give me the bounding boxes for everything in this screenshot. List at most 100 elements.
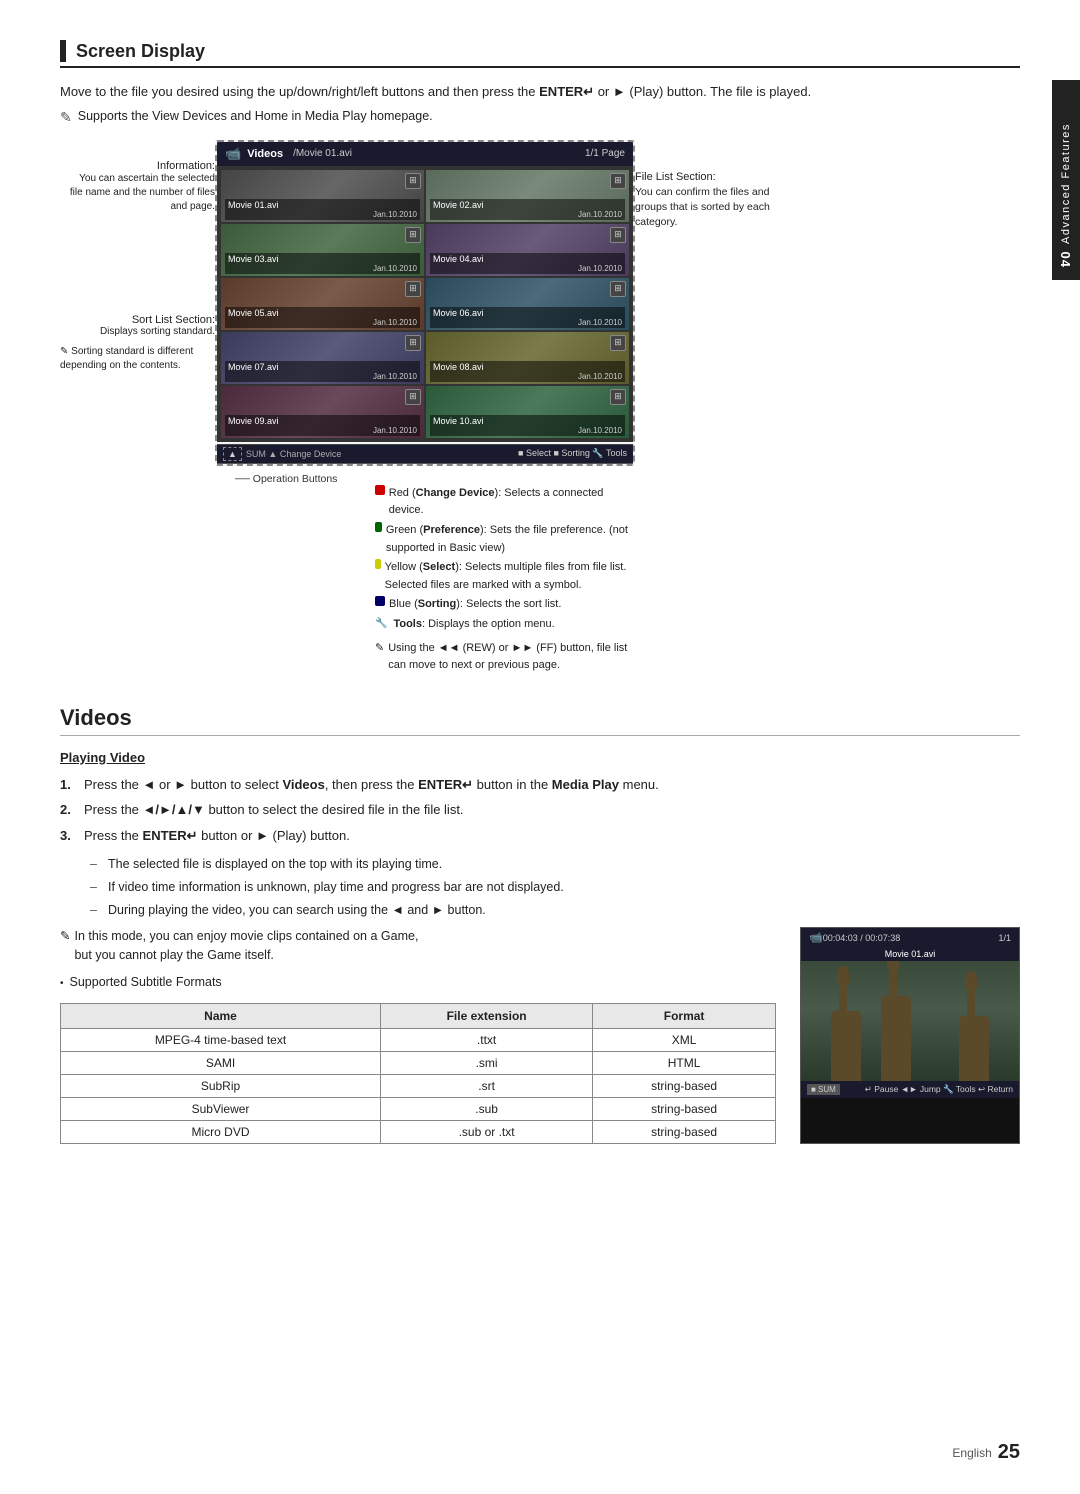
section-bar: [60, 40, 66, 62]
th-format: Format: [593, 1003, 776, 1028]
tv-header-title: Videos: [247, 148, 283, 160]
vs-icon: 📹: [809, 931, 823, 944]
sort-sub: Displays sorting standard.: [60, 326, 215, 337]
tv-header-page: 1/1 Page: [585, 148, 625, 159]
tv-header-icon: 📹: [225, 146, 241, 162]
subtitle-label: Supported Subtitle Formats: [70, 975, 222, 989]
bullet-1: – The selected file is displayed on the …: [90, 855, 1020, 874]
thumb-info-6: Movie 06.avi Jan.10.2010: [430, 307, 625, 328]
page-number: 25: [998, 1441, 1020, 1464]
td-ext-1: .ttxt: [381, 1028, 593, 1051]
yellow-btn-icon: [375, 559, 381, 569]
tv-sort-bar: ▲ SUM ▲ Change Device ■ Select ■ Sorting…: [217, 444, 633, 464]
bullet-dot: •: [60, 978, 64, 989]
td-fmt-2: HTML: [593, 1051, 776, 1074]
th-extension: File extension: [381, 1003, 593, 1028]
vs-giraffe-scene: [801, 961, 1019, 1081]
page-wrapper: Screen Display Move to the file you desi…: [0, 0, 1080, 1494]
bullet-2: – If video time information is unknown, …: [90, 878, 1020, 897]
step-1: 1. Press the ◄ or ► button to select Vid…: [60, 775, 1020, 795]
thumb-icon-6: ⊞: [610, 281, 626, 297]
bullet-3: – During playing the video, you can sear…: [90, 901, 1020, 920]
op-tools: 🔧 Tools: Displays the option menu.: [375, 616, 635, 634]
giraffe-1: [831, 1011, 861, 1081]
intro-text: Move to the file you desired using the u…: [60, 82, 1020, 103]
tv-header-file: /Movie 01.avi: [293, 148, 352, 159]
thumb-icon-2: ⊞: [610, 173, 626, 189]
file-list-sub: You can confirm the files and groups tha…: [635, 185, 775, 229]
page-footer: English 25: [952, 1441, 1020, 1464]
vs-header: 📹 00:04:03 / 00:07:38 1/1: [801, 928, 1019, 947]
left-labels: Information: You can ascertain the selec…: [60, 140, 215, 695]
td-name-3: SubRip: [61, 1074, 381, 1097]
op-green: Green (Preference): Sets the file prefer…: [375, 522, 635, 557]
thumb-icon-4: ⊞: [610, 227, 626, 243]
note-mode-icon: ✎: [60, 927, 70, 946]
subtitle-header: • Supported Subtitle Formats: [60, 975, 776, 995]
videos-header: Videos: [60, 705, 1020, 736]
op-note-icon: ✎: [375, 640, 384, 658]
thumb-info-7: Movie 07.avi Jan.10.2010: [225, 361, 420, 382]
vs-footer: ■ SUM ↵ Pause ◄► Jump 🔧 Tools ↩ Return: [801, 1081, 1019, 1098]
video-screenshot: 📹 00:04:03 / 00:07:38 1/1 Movie 01.avi ■…: [800, 927, 1020, 1144]
thumb-info-5: Movie 05.avi Jan.10.2010: [225, 307, 420, 328]
op-red: Red (Change Device): Selects a connected…: [375, 485, 635, 520]
tv-thumb-1: ⊞ Movie 01.avi Jan.10.2010: [221, 170, 424, 222]
op-title: ── Operation Buttons: [235, 470, 635, 485]
sort-label: Sort List Section:: [60, 314, 215, 326]
note-icon: ✎: [60, 109, 72, 126]
thumb-icon-3: ⊞: [405, 227, 421, 243]
tv-thumb-6: ⊞ Movie 06.avi Jan.10.2010: [426, 278, 629, 330]
thumb-info-8: Movie 08.avi Jan.10.2010: [430, 361, 625, 382]
info-label-block: Information: You can ascertain the selec…: [60, 160, 215, 214]
thumb-info-1: Movie 01.avi Jan.10.2010: [225, 199, 420, 220]
right-labels: File List Section: You can confirm the f…: [635, 140, 775, 695]
diagram-container: Information: You can ascertain the selec…: [60, 140, 1020, 695]
file-list-label-block: File List Section: You can confirm the f…: [635, 170, 775, 229]
td-name-2: SAMI: [61, 1051, 381, 1074]
thumb-info-2: Movie 02.avi Jan.10.2010: [430, 199, 625, 220]
td-name-4: SubViewer: [61, 1097, 381, 1120]
thumb-icon-7: ⊞: [405, 335, 421, 351]
tv-header: 📹 Videos /Movie 01.avi 1/1 Page: [217, 142, 633, 166]
thumb-icon-10: ⊞: [610, 389, 626, 405]
table-row: SubViewer .sub string-based: [61, 1097, 776, 1120]
subtitle-table: Name File extension Format MPEG-4 time-b…: [60, 1003, 776, 1144]
td-ext-4: .sub: [381, 1097, 593, 1120]
sub-bullets: – The selected file is displayed on the …: [90, 855, 1020, 919]
tv-thumb-2: ⊞ Movie 02.avi Jan.10.2010: [426, 170, 629, 222]
thumb-info-4: Movie 04.avi Jan.10.2010: [430, 253, 625, 274]
note-supports: ✎ Supports the View Devices and Home in …: [60, 109, 1020, 126]
videos-title: Videos: [60, 705, 132, 730]
section-title: Screen Display: [76, 41, 205, 62]
vs-controls: ↵ Pause ◄► Jump 🔧 Tools ↩ Return: [865, 1084, 1013, 1095]
tv-thumbs-grid: ⊞ Movie 01.avi Jan.10.2010 ⊞ Movie 02.av…: [217, 166, 633, 442]
td-name-5: Micro DVD: [61, 1120, 381, 1143]
thumb-info-10: Movie 10.avi Jan.10.2010: [430, 415, 625, 436]
tv-thumb-7: ⊞ Movie 07.avi Jan.10.2010: [221, 332, 424, 384]
file-list-label: File List Section:: [635, 170, 775, 185]
td-ext-5: .sub or .txt: [381, 1120, 593, 1143]
bottom-area: ✎ In this mode, you can enjoy movie clip…: [60, 927, 1020, 1144]
bottom-left: ✎ In this mode, you can enjoy movie clip…: [60, 927, 776, 1144]
op-note: ✎ Using the ◄◄ (REW) or ►► (FF) button, …: [375, 640, 635, 675]
blue-btn-icon: [375, 596, 385, 606]
tv-thumb-8: ⊞ Movie 08.avi Jan.10.2010: [426, 332, 629, 384]
note-icon2: ✎: [60, 346, 68, 357]
op-yellow: Yellow (Select): Selects multiple files …: [375, 559, 635, 594]
tv-screen: 📹 Videos /Movie 01.avi 1/1 Page ⊞ Movie …: [215, 140, 635, 466]
tools-icon: 🔧: [375, 616, 387, 632]
playing-video-label: Playing Video: [60, 750, 1020, 765]
operation-list: Red (Change Device): Selects a connected…: [375, 485, 635, 634]
td-fmt-3: string-based: [593, 1074, 776, 1097]
tv-thumb-9: ⊞ Movie 09.avi Jan.10.2010: [221, 386, 424, 438]
sort-note: ✎ Sorting standard is different dependin…: [60, 345, 215, 373]
mode-note: ✎ In this mode, you can enjoy movie clip…: [60, 927, 776, 965]
vs-filename: Movie 01.avi: [801, 947, 1019, 961]
screen-display-header: Screen Display: [60, 40, 1020, 68]
vs-body: [801, 961, 1019, 1081]
td-ext-2: .smi: [381, 1051, 593, 1074]
thumb-icon-1: ⊞: [405, 173, 421, 189]
red-btn-icon: [375, 485, 385, 495]
td-ext-3: .srt: [381, 1074, 593, 1097]
